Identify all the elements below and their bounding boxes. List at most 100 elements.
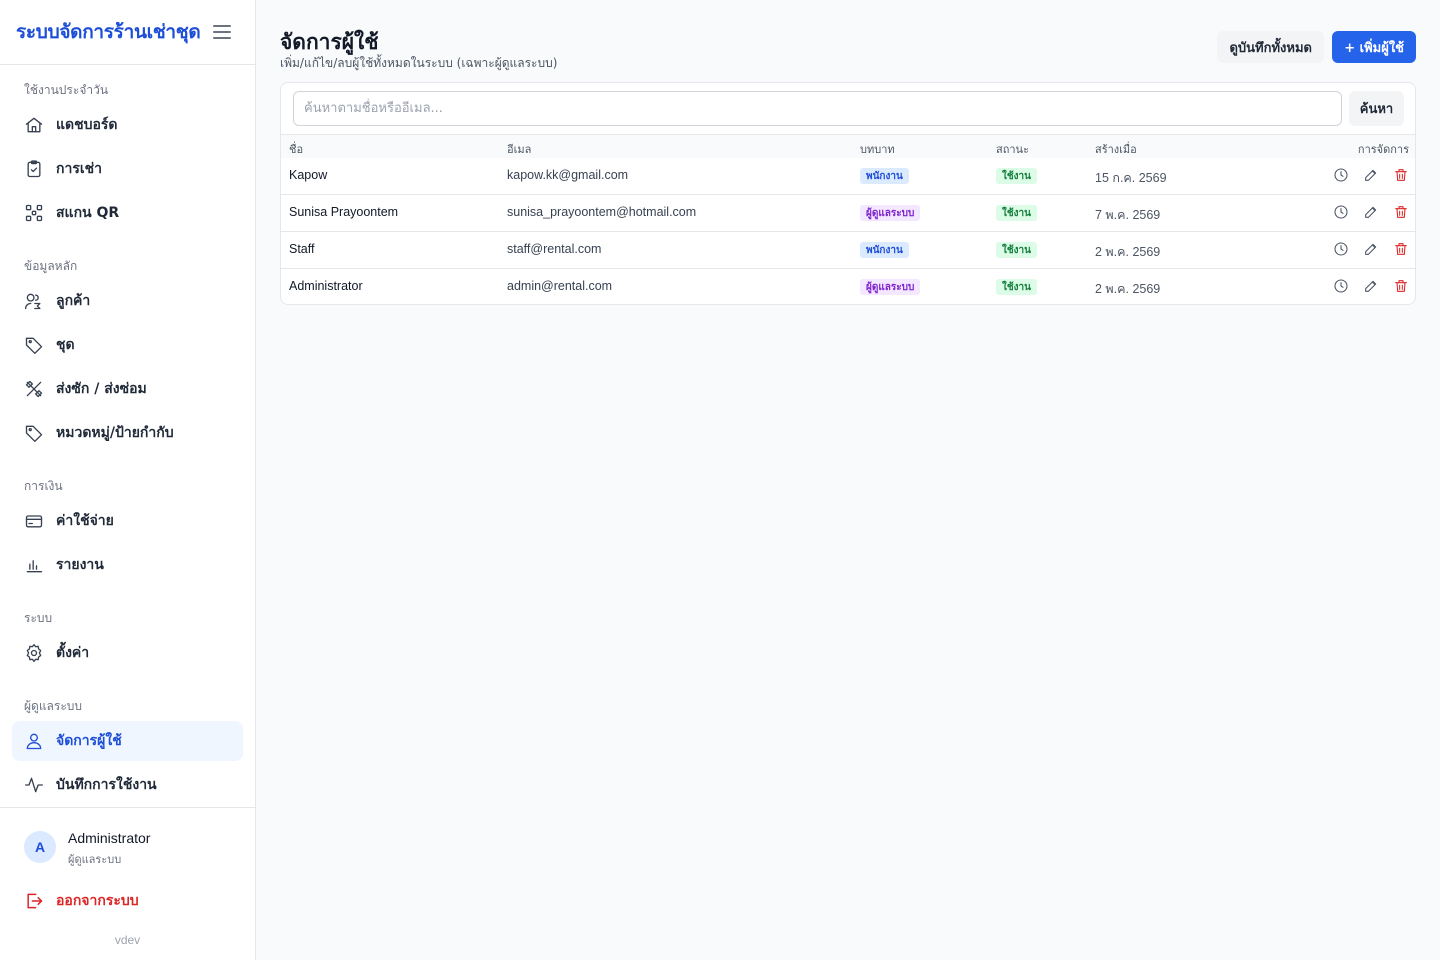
app-version: vdev	[114, 933, 141, 947]
sidebar-item-label: สแกน QR	[56, 205, 120, 221]
column-header-created: สร้างเมื่อ	[1095, 143, 1137, 156]
role-badge: ผู้ดูแลระบบ	[860, 279, 921, 295]
avatar: A	[24, 831, 56, 863]
user-email-cell: sunisa_prayoontem@hotmail.com	[507, 205, 697, 219]
section-label-master: ข้อมูลหลัก	[24, 259, 78, 273]
sidebar-item-label: บันทึกการใช้งาน	[56, 777, 157, 793]
gear-icon	[24, 643, 44, 663]
edit-icon[interactable]	[1363, 204, 1379, 220]
app-brand[interactable]: ระบบจัดการร้านเช่าชุด	[16, 17, 201, 47]
activity-icon	[24, 775, 44, 795]
section-label-system: ระบบ	[24, 611, 53, 625]
page-subtitle: เพิ่ม/แก้ไข/ลบผู้ใช้ทั้งหมดในระบบ (เฉพาะ…	[280, 56, 558, 70]
status-badge: ใช้งาน	[996, 168, 1038, 184]
sidebar-item-label: แดชบอร์ด	[56, 117, 118, 133]
role-badge: พนักงาน	[860, 168, 909, 184]
role-badge: พนักงาน	[860, 242, 909, 258]
add-user-button[interactable]: + เพิ่มผู้ใช้	[1332, 31, 1416, 63]
sidebar-item-label: ชุด	[56, 337, 75, 353]
menu-toggle-icon[interactable]	[213, 25, 231, 39]
row-actions	[1333, 204, 1409, 220]
card-icon	[24, 511, 44, 531]
column-header-email: อีเมล	[507, 143, 532, 156]
table-header: ชื่อ อีเมล บทบาท สถานะ สร้างเมื่อ การจัด…	[281, 134, 1415, 158]
sidebar-item-label: หมวดหมู่/ป้ายกำกับ	[56, 425, 174, 441]
created-date-cell: 2 พ.ค. 2569	[1095, 245, 1161, 259]
user-name-cell: Administrator	[289, 279, 363, 293]
user-role: ผู้ดูแลระบบ	[68, 853, 122, 866]
column-header-name: ชื่อ	[289, 143, 304, 156]
tag-icon	[24, 335, 44, 355]
sidebar-item-settings[interactable]: ตั้งค่า	[12, 633, 243, 673]
logout-label: ออกจากระบบ	[56, 893, 139, 909]
column-header-role: บทบาท	[860, 143, 895, 156]
sidebar-item-label: ค่าใช้จ่าย	[56, 513, 114, 529]
sidebar-item-outfits[interactable]: ชุด	[12, 325, 243, 365]
qr-icon	[24, 203, 44, 223]
users-table-card: ค้นหา ชื่อ อีเมล บทบาท สถานะ สร้างเมื่อ …	[280, 82, 1416, 305]
user-name-cell: Staff	[289, 242, 315, 256]
user-email-cell: kapow.kk@gmail.com	[507, 168, 629, 182]
logout-button[interactable]: ออกจากระบบ	[24, 890, 139, 912]
delete-icon[interactable]	[1393, 167, 1409, 183]
sidebar-item-customers[interactable]: ลูกค้า	[12, 281, 243, 321]
sidebar-footer: A Administrator ผู้ดูแลระบบ ออกจากระบบ v…	[0, 807, 255, 960]
row-actions	[1333, 167, 1409, 183]
history-icon[interactable]	[1333, 204, 1349, 220]
edit-icon[interactable]	[1363, 278, 1379, 294]
delete-icon[interactable]	[1393, 278, 1409, 294]
delete-icon[interactable]	[1393, 241, 1409, 257]
section-label-admin: ผู้ดูแลระบบ	[24, 699, 83, 713]
sidebar-item-scan-qr[interactable]: สแกน QR	[12, 193, 243, 233]
status-badge: ใช้งาน	[996, 279, 1038, 295]
row-actions	[1333, 278, 1409, 294]
status-badge: ใช้งาน	[996, 205, 1038, 221]
sidebar-item-label: รายงาน	[56, 557, 104, 573]
sidebar-item-label: การเช่า	[56, 161, 103, 177]
created-date-cell: 7 พ.ค. 2569	[1095, 208, 1161, 222]
role-badge: ผู้ดูแลระบบ	[860, 205, 921, 221]
sidebar-item-label: จัดการผู้ใช้	[56, 733, 122, 749]
sidebar-item-categories[interactable]: หมวดหมู่/ป้ายกำกับ	[12, 413, 243, 453]
row-actions	[1333, 241, 1409, 257]
sidebar-item-reports[interactable]: รายงาน	[12, 545, 243, 585]
delete-icon[interactable]	[1393, 204, 1409, 220]
sidebar-item-dashboard[interactable]: แดชบอร์ด	[12, 105, 243, 145]
user-name: Administrator	[68, 830, 151, 846]
tag-icon	[24, 423, 44, 443]
sidebar-item-label: ส่งซัก / ส่งซ่อม	[56, 381, 147, 397]
section-label-finance: การเงิน	[24, 479, 63, 493]
sidebar-item-activity-log[interactable]: บันทึกการใช้งาน	[12, 765, 243, 805]
view-all-logs-button[interactable]: ดูบันทึกทั้งหมด	[1217, 31, 1324, 63]
user-name-cell: Kapow	[289, 168, 328, 182]
search-button[interactable]: ค้นหา	[1349, 91, 1404, 126]
sidebar-item-laundry-repair[interactable]: ส่งซัก / ส่งซ่อม	[12, 369, 243, 409]
history-icon[interactable]	[1333, 241, 1349, 257]
section-label-daily: ใช้งานประจำวัน	[24, 83, 109, 97]
edit-icon[interactable]	[1363, 241, 1379, 257]
user-email-cell: staff@rental.com	[507, 242, 602, 256]
users-icon	[24, 291, 44, 311]
tools-icon	[24, 379, 44, 399]
logout-icon	[27, 893, 43, 909]
search-input[interactable]	[293, 91, 1342, 126]
user-email-cell: admin@rental.com	[507, 279, 613, 293]
created-date-cell: 2 พ.ค. 2569	[1095, 282, 1161, 296]
home-icon	[24, 115, 44, 135]
history-icon[interactable]	[1333, 278, 1349, 294]
sidebar: ระบบจัดการร้านเช่าชุด ใช้งานประจำวัน แดช…	[0, 0, 256, 960]
table-row: Staff staff@rental.com พนักงาน ใช้งาน 2 พ.ค.…	[281, 232, 1415, 269]
edit-icon[interactable]	[1363, 167, 1379, 183]
sidebar-item-user-management[interactable]: จัดการผู้ใช้	[12, 721, 243, 761]
user-icon	[24, 731, 44, 751]
table-row: Sunisa Prayoontem sunisa_prayoontem@hotma…	[281, 195, 1415, 232]
column-header-status: สถานะ	[996, 143, 1029, 156]
sidebar-item-label: ตั้งค่า	[56, 645, 90, 661]
sidebar-header: ระบบจัดการร้านเช่าชุด	[0, 0, 255, 65]
status-badge: ใช้งาน	[996, 242, 1038, 258]
table-row: Kapow kapow.kk@gmail.com พนักงาน ใช้งาน 15 ก…	[281, 158, 1415, 195]
sidebar-item-expenses[interactable]: ค่าใช้จ่าย	[12, 501, 243, 541]
clipboard-icon	[24, 159, 44, 179]
sidebar-item-rentals[interactable]: การเช่า	[12, 149, 243, 189]
history-icon[interactable]	[1333, 167, 1349, 183]
